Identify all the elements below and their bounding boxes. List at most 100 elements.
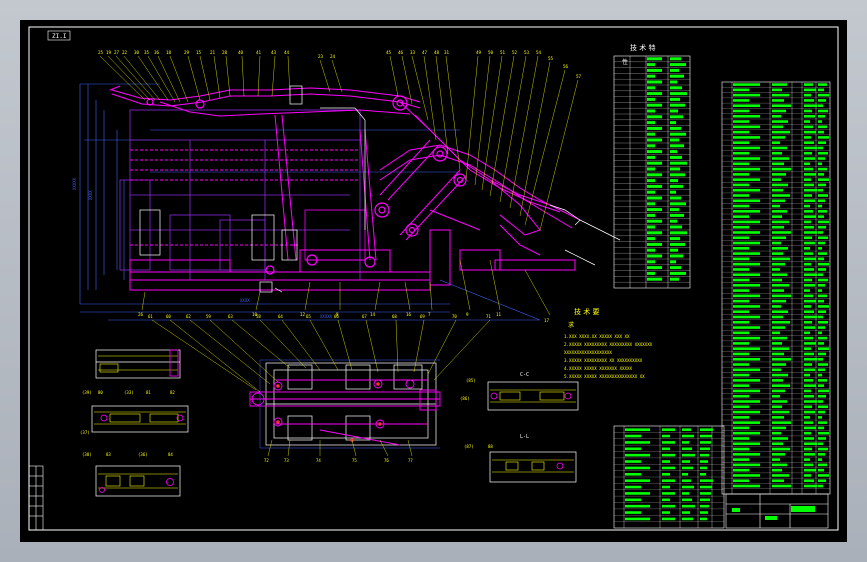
technical-requirements[interactable]: 技 术 要 求 1.XXX XXXX.XX XXXXX XXX XX 2.XXXX… [564, 307, 653, 379]
plan-outline [265, 362, 437, 446]
tech-cell-text [647, 144, 655, 148]
parts-list-code [733, 284, 760, 287]
svg-text:65: 65 [306, 314, 311, 319]
parts-list-material [804, 289, 810, 292]
section-b-pins [100, 414, 184, 422]
parts-list-name [772, 426, 786, 430]
small-parts-list-name [662, 504, 675, 508]
small-parts-list-material [682, 498, 692, 502]
parts-list-name [772, 162, 784, 166]
parts-list-material [804, 426, 816, 430]
parts-list-code [733, 151, 749, 155]
svg-text:45: 45 [386, 50, 392, 55]
section-cc-pins [490, 392, 572, 400]
parts-list-name [772, 178, 781, 181]
section-cc-outline [487, 381, 579, 411]
parts-list-note [818, 183, 826, 187]
parts-list-code [733, 99, 749, 102]
parts-list-code [733, 114, 760, 118]
parts-list-name [772, 410, 789, 414]
parts-list-note [818, 268, 826, 271]
svg-text:88: 88 [488, 444, 493, 449]
parts-list-material [804, 167, 813, 171]
parts-list-name [772, 120, 788, 123]
parts-list-name [772, 315, 783, 319]
parts-list[interactable] [721, 81, 831, 495]
parts-list-name [772, 241, 781, 245]
parts-list-material [804, 453, 815, 456]
tech-cell-value [670, 97, 680, 101]
left-section-views[interactable]: (39) 80 (33) 81 82 (38) 83 (36) 84 (37) [80, 349, 189, 497]
requirement-line: 5.XXXXX XXXXX XXXXXXXXXXXXXXX XX [564, 374, 645, 379]
parts-list-code [733, 389, 760, 393]
tech-cell-text [647, 57, 662, 61]
svg-text:49: 49 [476, 50, 482, 55]
svg-text:XXXXX: XXXXX [72, 177, 77, 190]
small-parts-list-note [700, 473, 706, 476]
parts-list-note [818, 146, 823, 150]
parts-list-note [818, 215, 824, 218]
parts-list-name [772, 93, 789, 97]
tech-cell-text [647, 121, 655, 125]
cad-viewport[interactable]: ZI.I XXXXX XXXX XXXX XXXXX 25 19 27 22 3… [20, 20, 847, 542]
tech-cell-value [670, 150, 677, 154]
tech-table[interactable]: 技 术 特 性 [613, 43, 691, 289]
parts-list-material [804, 431, 811, 435]
section-c-detail [98, 473, 178, 489]
svg-text:14: 14 [370, 312, 376, 317]
parts-list-material [804, 299, 816, 303]
tech-cell-text [647, 92, 662, 96]
tech-cell-value [670, 184, 683, 188]
parts-list-material [804, 109, 812, 113]
parts-list-material [804, 104, 817, 108]
parts-list-code [733, 416, 749, 419]
svg-text:18: 18 [166, 50, 172, 55]
parts-list-name [772, 157, 789, 160]
parts-list-material [804, 310, 814, 314]
parts-list-note [818, 252, 827, 255]
parts-list-note [818, 114, 825, 118]
parts-list-material [804, 268, 814, 271]
parts-list-name [772, 284, 789, 287]
plan-leaders [151, 319, 491, 457]
parts-list-code [733, 421, 760, 424]
parts-list-material [804, 315, 817, 319]
svg-text:(33): (33) [124, 390, 134, 395]
small-parts-list-name [662, 479, 675, 482]
svg-text:16: 16 [406, 312, 412, 317]
right-section-views[interactable]: C-C L-L (85)(86) (87) 88 [460, 372, 579, 483]
small-parts-list-note [700, 460, 708, 463]
parts-list-material [804, 442, 817, 446]
parts-list-code [733, 299, 749, 303]
parts-list-name [772, 326, 785, 329]
parts-list-note [818, 426, 824, 430]
parts-list-code [733, 125, 760, 129]
parts-list-note [818, 326, 825, 329]
svg-text:33: 33 [410, 50, 416, 55]
parts-list-name [772, 394, 780, 398]
requirement-line: 2.XXXXX XXXXXXXXX XXXXXXXXX XXXXXXX [564, 342, 653, 347]
parts-list-material [804, 294, 813, 298]
parts-list-note [818, 352, 826, 356]
svg-text:41: 41 [256, 50, 262, 55]
tech-cell-value [670, 179, 678, 183]
plan-view[interactable]: 61 60 62 59 63 58 64 65 66 67 68 69 70 71 72 73 74 … [148, 314, 491, 463]
svg-text:44: 44 [284, 50, 290, 55]
parts-list-code [733, 236, 749, 240]
parts-list-code [733, 225, 749, 229]
tech-cell-value [670, 277, 679, 281]
section-label-bottom: L-L [520, 434, 529, 440]
small-parts-list-code [625, 498, 641, 502]
small-parts-list[interactable] [613, 425, 725, 529]
parts-list-note [818, 120, 822, 123]
main-elevation-view[interactable]: XXXXX XXXX XXXX XXXXX 25 19 27 22 30 35 … [72, 50, 621, 323]
tech-table-title: 技 术 特 [630, 43, 655, 52]
tech-cell-text [647, 208, 662, 212]
svg-text:23: 23 [318, 54, 324, 59]
svg-text:66: 66 [334, 314, 339, 319]
parts-list-note [818, 336, 827, 340]
tech-cell-value [670, 196, 681, 200]
requirements-title-2: 求 [568, 321, 574, 329]
parts-list-code [733, 305, 760, 308]
parts-list-name [772, 352, 784, 356]
